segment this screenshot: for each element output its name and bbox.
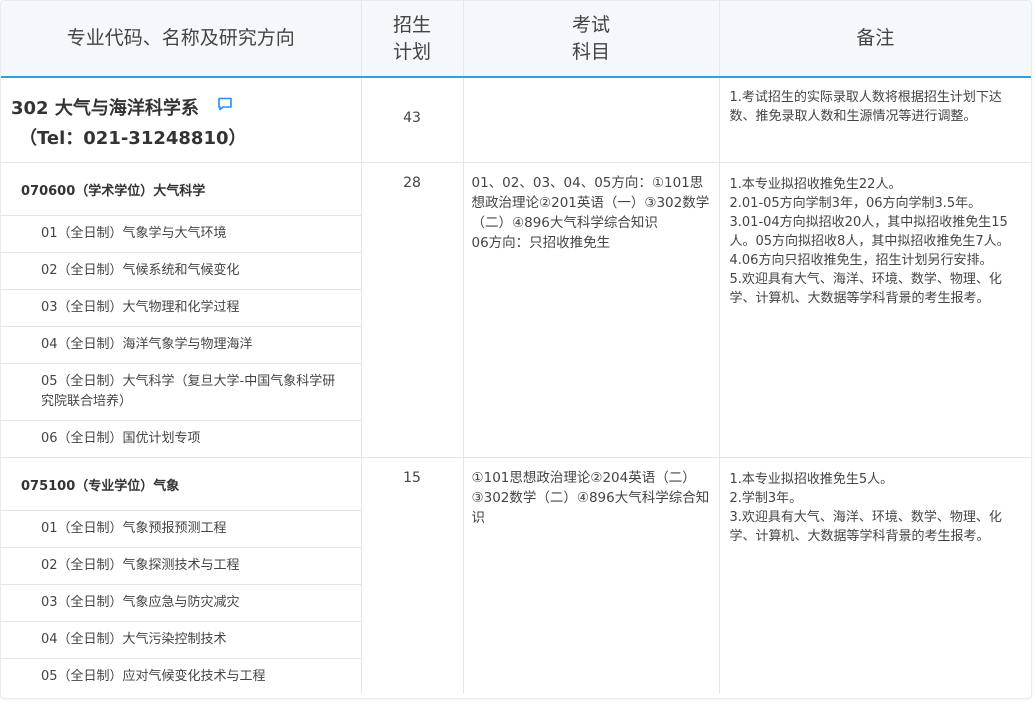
department-subjects [463, 77, 720, 163]
direction-item: 04（全日制）大气污染控制技术 [1, 621, 361, 658]
major-notes: 1.本专业拟招收推免生22人。 2.01-05方向学制3年，06方向学制3.5年… [719, 162, 1031, 458]
subject-line: 06方向：只招收推免生 [471, 235, 611, 251]
department-note: 1.考试招生的实际录取人数将根据招生计划下达数、推免录取人数和生源情况等进行调整… [719, 77, 1031, 163]
chat-bubble-icon[interactable] [217, 92, 233, 122]
note-line: 1.本专业拟招收推免生5人。 [729, 472, 894, 487]
major-plan: 15 [361, 457, 464, 694]
department-cell: 302 大气与海洋科学系 （Tel：021-31248810） [1, 77, 362, 163]
note-line: 4.06方向只招收推免生，招生计划另行安排。 [729, 253, 993, 268]
header-plan: 招生 计划 [361, 1, 464, 78]
header-notes: 备注 [719, 1, 1031, 78]
admissions-table-container: 专业代码、名称及研究方向 招生 计划 考试 科目 备注 302 大气与海洋科学系 （… [0, 0, 1032, 699]
department-row: 302 大气与海洋科学系 （Tel：021-31248810） 43 1.考试招… [1, 77, 1031, 163]
direction-item: 02（全日制）气候系统和气候变化 [1, 252, 361, 289]
direction-item: 04（全日制）海洋气象学与物理海洋 [1, 326, 361, 363]
major-title: 075100（专业学位）气象 [21, 479, 180, 494]
major-title: 070600（学术学位）大气科学 [21, 184, 206, 199]
major-notes: 1.本专业拟招收推免生5人。 2.学制3年。 3.欢迎具有大气、海洋、环境、数学… [719, 458, 1031, 695]
note-line: 2.01-05方向学制3年，06方向学制3.5年。 [729, 196, 982, 211]
department-tel: （Tel：021-31248810） [19, 128, 247, 149]
department-name: 302 大气与海洋科学系 [11, 98, 199, 119]
note-line: 3.01-04方向拟招收20人，其中拟招收推免生15人。05方向拟招收8人，其中… [729, 215, 1010, 249]
major-cell: 075100（专业学位）气象 01（全日制）气象预报预测工程 02（全日制）气象… [1, 457, 362, 694]
major-cell: 070600（学术学位）大气科学 01（全日制）气象学与大气环境 02（全日制）… [1, 162, 362, 458]
direction-item: 06（全日制）国优计划专项 [1, 420, 361, 457]
major-subjects: ①101思想政治理论②204英语（二）③302数学（二）④896大气科学综合知识 [463, 457, 720, 694]
major-subjects: 01、02、03、04、05方向：①101思想政治理论②201英语（一）③302… [463, 162, 720, 458]
header-major: 专业代码、名称及研究方向 [1, 1, 362, 78]
note-line: 5.欢迎具有大气、海洋、环境、数学、物理、化学、计算机、大数据等学科背景的考生报… [729, 272, 1002, 306]
direction-item: 03（全日制）大气物理和化学过程 [1, 289, 361, 326]
table-header-row: 专业代码、名称及研究方向 招生 计划 考试 科目 备注 [1, 1, 1031, 78]
subject-line: ①101思想政治理论②204英语（二）③302数学（二）④896大气科学综合知识 [471, 470, 710, 526]
header-subjects: 考试 科目 [463, 1, 720, 78]
admissions-table: 专业代码、名称及研究方向 招生 计划 考试 科目 备注 302 大气与海洋科学系 （… [1, 1, 1031, 694]
direction-item: 01（全日制）气象学与大气环境 [1, 215, 361, 252]
major-plan: 28 [361, 162, 464, 458]
direction-item: 02（全日制）气象探测技术与工程 [1, 547, 361, 584]
major-row: 070600（学术学位）大气科学 01（全日制）气象学与大气环境 02（全日制）… [1, 162, 1031, 458]
subject-line: 01、02、03、04、05方向：①101思想政治理论②201英语（一）③302… [471, 175, 710, 231]
note-line: 3.欢迎具有大气、海洋、环境、数学、物理、化学、计算机、大数据等学科背景的考生报… [729, 510, 1002, 544]
direction-item: 01（全日制）气象预报预测工程 [1, 510, 361, 547]
major-row: 075100（专业学位）气象 01（全日制）气象预报预测工程 02（全日制）气象… [1, 457, 1031, 695]
note-line: 1.本专业拟招收推免生22人。 [729, 177, 902, 192]
department-plan: 43 [361, 77, 464, 163]
direction-item: 03（全日制）气象应急与防灾减灾 [1, 584, 361, 621]
direction-item: 05（全日制）应对气候变化技术与工程 [1, 658, 361, 694]
note-line: 2.学制3年。 [729, 491, 803, 506]
direction-item: 05（全日制）大气科学（复旦大学-中国气象科学研究院联合培养） [1, 363, 361, 420]
